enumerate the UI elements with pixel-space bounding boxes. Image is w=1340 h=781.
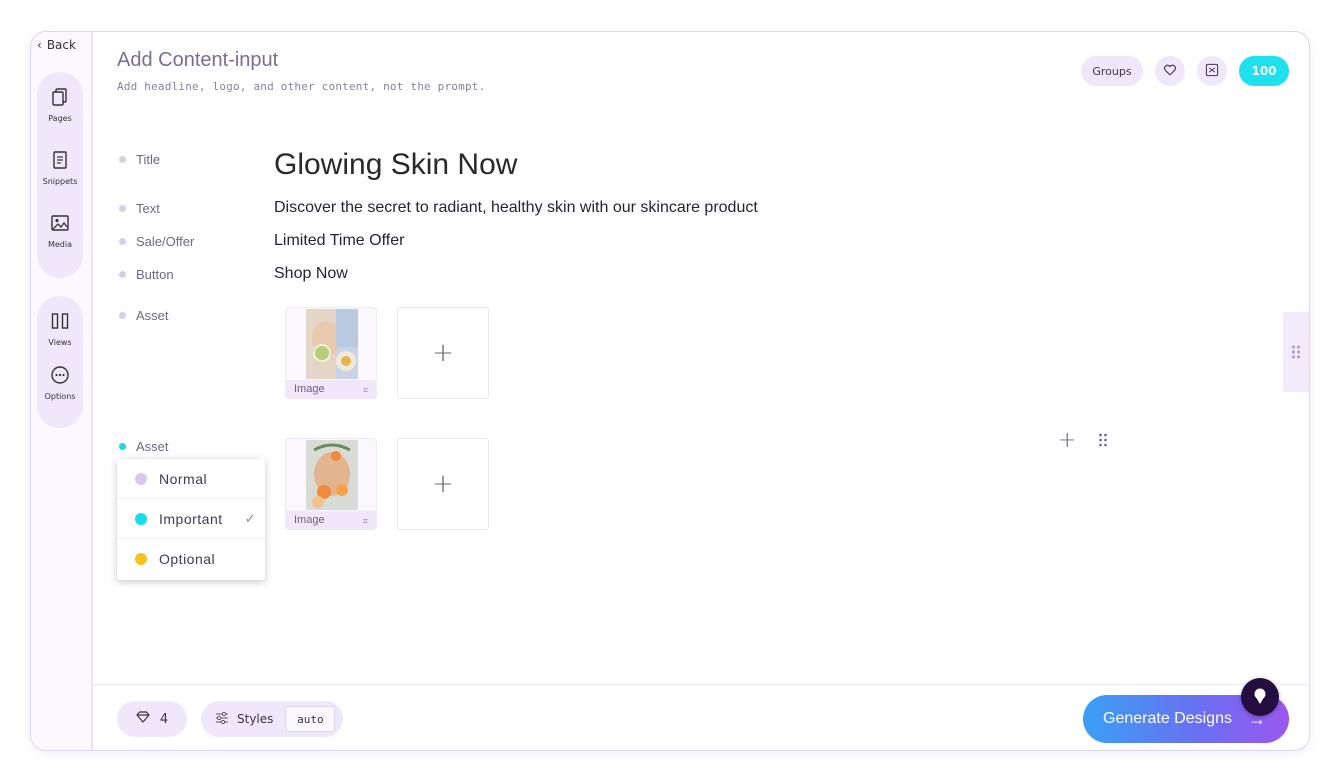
- gem-icon: [136, 711, 150, 727]
- asset-image-card[interactable]: Image ⌗: [285, 438, 377, 530]
- rail-label: Views: [48, 338, 72, 347]
- title-field-label: Title: [119, 152, 160, 167]
- rail-item-media[interactable]: Media: [48, 212, 72, 275]
- priority-dot: [119, 238, 126, 245]
- variations-count-button[interactable]: 4: [117, 701, 187, 737]
- chevron-left-icon: ‹: [37, 38, 42, 52]
- add-asset-button[interactable]: +: [397, 307, 489, 399]
- label-text: Asset: [136, 308, 169, 323]
- media-icon: [49, 212, 71, 234]
- count-value: 4: [159, 711, 169, 727]
- rail-group-secondary: Views Options: [37, 296, 83, 428]
- side-panel-handle[interactable]: [1283, 312, 1309, 392]
- asset-thumbnail: [306, 440, 358, 510]
- page-title: Add Content-input: [117, 49, 279, 71]
- back-label: Back: [46, 38, 76, 52]
- priority-dot: [119, 205, 126, 212]
- button-value[interactable]: Shop Now: [274, 265, 348, 283]
- priority-dropdown: Normal Important ✓ Optional: [117, 459, 265, 580]
- assistant-button[interactable]: [1241, 678, 1279, 716]
- text-value[interactable]: Discover the secret to radiant, healthy …: [274, 199, 758, 217]
- styles-value-field[interactable]: auto: [285, 706, 336, 732]
- label-text: Sale/Offer: [136, 234, 195, 249]
- favorite-button[interactable]: [1155, 56, 1185, 86]
- styles-button[interactable]: Styles auto: [201, 701, 343, 737]
- priority-option-important[interactable]: Important ✓: [117, 499, 265, 539]
- add-asset-button[interactable]: +: [397, 438, 489, 530]
- label-text: Asset: [136, 439, 169, 454]
- grip-icon: [1292, 345, 1300, 359]
- rail-label: Pages: [48, 114, 72, 123]
- credits-badge[interactable]: 100: [1239, 56, 1289, 86]
- priority-option-optional[interactable]: Optional: [117, 539, 265, 579]
- top-actions: Groups 100: [1081, 56, 1289, 86]
- title-value[interactable]: Glowing Skin Now: [274, 148, 517, 182]
- views-icon: [49, 310, 71, 332]
- snippets-icon: [49, 149, 71, 171]
- check-icon: ✓: [244, 510, 257, 526]
- rail-label: Options: [44, 392, 76, 401]
- important-dot: [135, 512, 147, 525]
- label-text: Button: [136, 267, 174, 282]
- pages-icon: [49, 86, 71, 108]
- groups-button[interactable]: Groups: [1081, 56, 1143, 86]
- add-row-button[interactable]: +: [1058, 428, 1076, 453]
- asset-image-card[interactable]: Image ⌗: [285, 307, 377, 399]
- asset-field-label: Asset: [119, 308, 169, 323]
- text-field-label: Text: [119, 201, 160, 216]
- footer-bar: 4 Styles auto Generate Designs →: [93, 684, 1309, 750]
- asset-field-label-important: Asset: [119, 439, 169, 454]
- optional-dot: [135, 553, 147, 565]
- normal-dot: [135, 472, 147, 485]
- left-rail: ‹ Back Pages Snippets Media Views Option…: [31, 32, 93, 750]
- rail-group-primary: Pages Snippets Media: [37, 72, 83, 278]
- drag-handle-icon[interactable]: [1098, 432, 1108, 451]
- rail-label: Media: [47, 240, 73, 249]
- button-field-label: Button: [119, 267, 174, 282]
- back-button[interactable]: ‹ Back: [37, 38, 76, 52]
- priority-dot: [119, 271, 126, 278]
- priority-option-normal[interactable]: Normal: [117, 459, 265, 499]
- crop-icon[interactable]: ⌗: [363, 517, 368, 527]
- priority-dot[interactable]: [119, 443, 126, 450]
- option-label: Normal: [159, 470, 208, 487]
- assistant-icon: [1254, 688, 1266, 704]
- label-text: Title: [136, 152, 161, 167]
- generate-label: Generate Designs: [1103, 710, 1232, 727]
- styles-label: Styles: [237, 712, 274, 726]
- label-text: Text: [136, 201, 160, 216]
- page-subtitle: Add headline, logo, and other content, n…: [117, 80, 486, 93]
- crop-icon[interactable]: ⌗: [363, 386, 368, 396]
- rail-item-snippets[interactable]: Snippets: [42, 149, 78, 212]
- asset-thumbnail: [306, 309, 358, 379]
- sliders-icon: [215, 711, 229, 728]
- options-icon: [49, 364, 71, 386]
- rail-label: Snippets: [42, 177, 78, 186]
- priority-dot: [119, 156, 126, 163]
- rail-item-views[interactable]: Views: [48, 310, 72, 364]
- app-window: ‹ Back Pages Snippets Media Views Option…: [30, 31, 1310, 751]
- priority-dot: [119, 312, 126, 319]
- rail-item-pages[interactable]: Pages: [48, 86, 72, 149]
- translate-icon: [1205, 63, 1219, 80]
- sale-value[interactable]: Limited Time Offer: [274, 232, 404, 250]
- option-label: Important: [159, 510, 223, 527]
- rail-item-options[interactable]: Options: [44, 364, 76, 418]
- heart-icon: [1163, 63, 1177, 80]
- option-label: Optional: [159, 551, 216, 567]
- translate-button[interactable]: [1197, 56, 1227, 86]
- sale-field-label: Sale/Offer: [119, 234, 194, 249]
